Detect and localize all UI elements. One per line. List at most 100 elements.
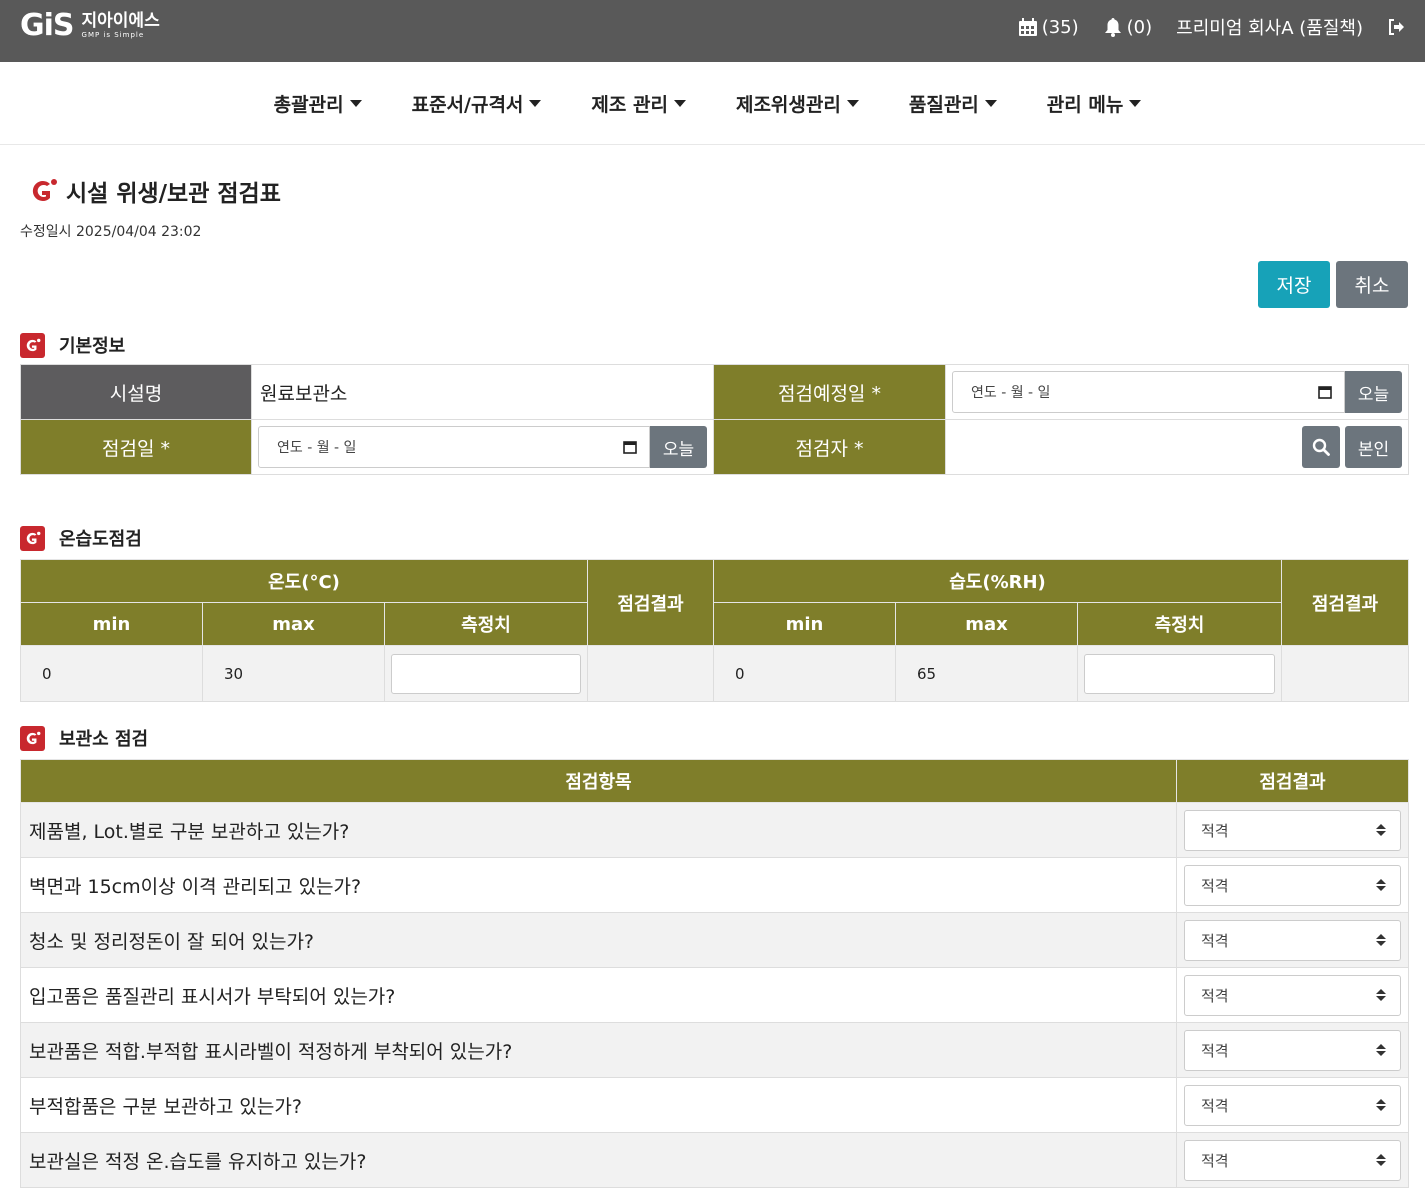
result-select[interactable]: 적격 xyxy=(1184,864,1401,906)
temperature-header: 온도(°C) xyxy=(20,559,588,603)
caret-down-icon xyxy=(349,99,362,107)
section-title-temp-humid: 온습도점검 xyxy=(20,525,142,551)
humidity-header: 습도(%RH) xyxy=(713,559,1282,603)
basic-info-table: 시설명 원료보관소 점검예정일 * 연도 - 월 - 일 오늘 점검일 * 연도… xyxy=(20,364,1409,475)
check-item: 벽면과 15cm이상 이격 관리되고 있는가? xyxy=(20,857,1177,913)
sort-icon xyxy=(1376,879,1386,891)
nav-quality[interactable]: 품질관리 xyxy=(909,90,997,117)
nav-manufacturing[interactable]: 제조 관리 xyxy=(591,90,686,117)
sort-icon xyxy=(1376,1154,1386,1166)
humid-measure-input[interactable] xyxy=(1084,653,1275,694)
top-bar: GiS 지아이에스 GMP is Simple (35) (0) 프리미엄 회사… xyxy=(0,0,1425,62)
sign-out-icon xyxy=(1389,19,1404,35)
self-button[interactable]: 본인 xyxy=(1345,426,1402,468)
logo-name: 지아이에스 xyxy=(81,10,160,31)
logo-mark: GiS xyxy=(20,8,75,43)
inspection-today-button[interactable]: 오늘 xyxy=(650,426,707,468)
bell-icon xyxy=(1104,18,1121,37)
nav-hygiene[interactable]: 제조위생관리 xyxy=(736,90,859,117)
brand-logo-icon xyxy=(32,179,57,201)
sort-icon xyxy=(1376,824,1386,836)
search-icon xyxy=(1312,438,1330,456)
check-item: 입고품은 품질관리 표시서가 부탁되어 있는가? xyxy=(20,967,1177,1023)
temp-humid-table: 온도(°C) 점검결과 습도(%RH) 점검결과 min max 측정치 min… xyxy=(20,559,1409,702)
inspection-date-input[interactable]: 연도 - 월 - 일 xyxy=(258,426,650,468)
logo-tagline: GMP is Simple xyxy=(81,30,145,39)
result-select[interactable]: 적격 xyxy=(1184,809,1401,851)
table-row: 벽면과 15cm이상 이격 관리되고 있는가? 적격 xyxy=(20,857,1409,913)
table-row: 보관품은 적합.부적합 표시라벨이 적정하게 부착되어 있는가? 적격 xyxy=(20,1022,1409,1078)
sort-icon xyxy=(1376,934,1386,946)
result-select[interactable]: 적격 xyxy=(1184,1029,1401,1071)
logout-button[interactable] xyxy=(1387,18,1407,36)
page-title-text: 시설 위생/보관 점검표 xyxy=(66,181,281,207)
temp-max-header: max xyxy=(202,602,385,646)
section-logo-icon xyxy=(20,725,45,751)
temp-max-value: 30 xyxy=(202,645,385,702)
nav-standards[interactable]: 표준서/규격서 xyxy=(412,90,542,117)
modified-timestamp: 수정일시 2025/04/04 23:02 xyxy=(20,224,202,240)
main-nav: 총괄관리 표준서/규격서 제조 관리 제조위생관리 품질관리 관리 메뉴 xyxy=(0,62,1425,145)
humid-min-value: 0 xyxy=(713,645,896,702)
header-actions: (35) (0) 프리미엄 회사A (품질책) xyxy=(1018,14,1407,40)
calendar-link[interactable]: (35) xyxy=(1018,17,1079,38)
calendar-icon xyxy=(1018,18,1037,36)
caret-down-icon xyxy=(673,99,686,107)
temp-min-value: 0 xyxy=(20,645,203,702)
facility-value: 원료보관소 xyxy=(251,364,714,420)
scheduled-date-label: 점검예정일 * xyxy=(713,364,946,420)
check-item-header: 점검항목 xyxy=(20,759,1177,803)
result-select[interactable]: 적격 xyxy=(1184,919,1401,961)
calendar-icon[interactable] xyxy=(623,440,637,454)
section-logo-icon xyxy=(20,525,45,551)
check-item: 제품별, Lot.별로 구분 보관하고 있는가? xyxy=(20,802,1177,858)
inspector-search-button[interactable] xyxy=(1302,426,1340,468)
check-item: 보관품은 적합.부적합 표시라벨이 적정하게 부착되어 있는가? xyxy=(20,1022,1177,1078)
scheduled-date-input[interactable]: 연도 - 월 - 일 xyxy=(952,371,1345,413)
table-row: 청소 및 정리정돈이 잘 되어 있는가? 적격 xyxy=(20,912,1409,968)
sort-icon xyxy=(1376,1099,1386,1111)
facility-label: 시설명 xyxy=(20,364,252,420)
caret-down-icon xyxy=(529,99,542,107)
check-item: 보관실은 적정 온.습도를 유지하고 있는가? xyxy=(20,1132,1177,1188)
table-row: 입고품은 품질관리 표시서가 부탁되어 있는가? 적격 xyxy=(20,967,1409,1023)
storage-check-table: 점검항목 점검결과 제품별, Lot.별로 구분 보관하고 있는가? 적격 벽면… xyxy=(20,759,1409,1188)
result-select[interactable]: 적격 xyxy=(1184,974,1401,1016)
humid-max-header: max xyxy=(895,602,1078,646)
scheduled-today-button[interactable]: 오늘 xyxy=(1345,371,1402,413)
nav-general[interactable]: 총괄관리 xyxy=(274,90,362,117)
caret-down-icon xyxy=(984,99,997,107)
table-row: 부적합품은 구분 보관하고 있는가? 적격 xyxy=(20,1077,1409,1133)
cancel-button[interactable]: 취소 xyxy=(1336,261,1408,308)
humid-result-header: 점검결과 xyxy=(1281,559,1409,646)
table-row: 보관실은 적정 온.습도를 유지하고 있는가? 적격 xyxy=(20,1132,1409,1188)
logo[interactable]: GiS 지아이에스 GMP is Simple xyxy=(20,8,160,43)
user-menu[interactable]: 프리미엄 회사A (품질책) xyxy=(1176,14,1363,40)
nav-admin[interactable]: 관리 메뉴 xyxy=(1047,90,1142,117)
humid-measure-header: 측정치 xyxy=(1077,602,1282,646)
calendar-count: (35) xyxy=(1041,16,1079,38)
check-item: 청소 및 정리정돈이 잘 되어 있는가? xyxy=(20,912,1177,968)
caret-down-icon xyxy=(846,99,859,107)
sort-icon xyxy=(1376,989,1386,1001)
humid-min-header: min xyxy=(713,602,896,646)
temp-measure-header: 측정치 xyxy=(384,602,588,646)
result-select[interactable]: 적격 xyxy=(1184,1139,1401,1181)
section-logo-icon xyxy=(20,332,45,358)
caret-down-icon xyxy=(1129,99,1142,107)
save-button[interactable]: 저장 xyxy=(1258,261,1330,308)
humid-result-cell xyxy=(1281,645,1409,702)
temp-measure-input[interactable] xyxy=(391,653,581,694)
page-title: 시설 위생/보관 점검표 xyxy=(28,174,281,208)
table-row: 제품별, Lot.별로 구분 보관하고 있는가? 적격 xyxy=(20,802,1409,858)
check-result-header: 점검결과 xyxy=(1176,759,1409,803)
result-select[interactable]: 적격 xyxy=(1184,1084,1401,1126)
temp-min-header: min xyxy=(20,602,203,646)
check-item: 부적합품은 구분 보관하고 있는가? xyxy=(20,1077,1177,1133)
notification-link[interactable]: (0) xyxy=(1103,16,1153,38)
inspection-date-label: 점검일 * xyxy=(20,419,252,475)
notification-count: (0) xyxy=(1126,16,1153,38)
calendar-icon[interactable] xyxy=(1318,385,1332,399)
section-title-basic: 기본정보 xyxy=(20,332,125,358)
humid-max-value: 65 xyxy=(895,645,1078,702)
